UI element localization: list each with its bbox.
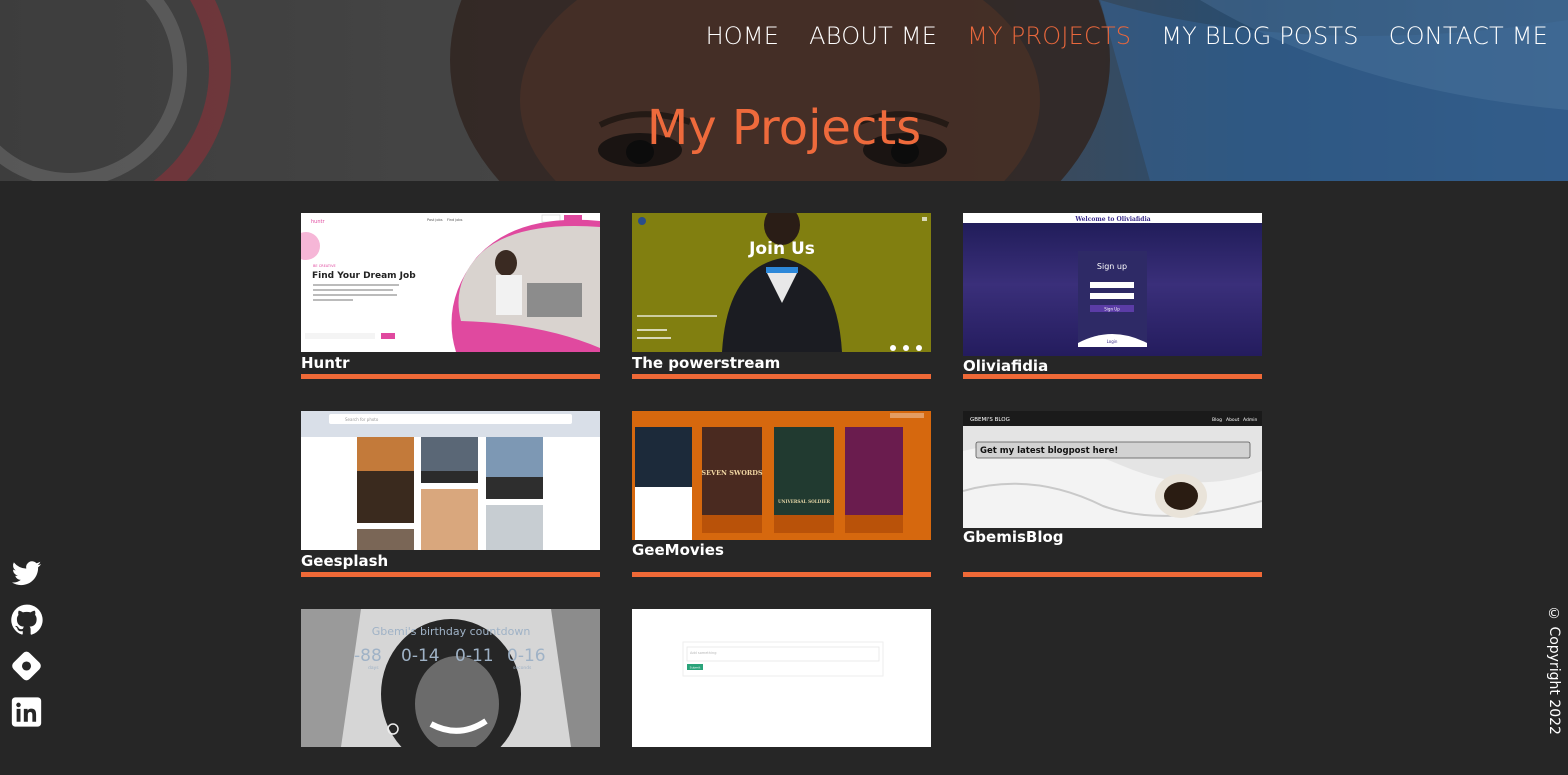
project-card-geemovies[interactable]: SEVEN SWORDS UNIVERSAL SOLDIER GeeMovies xyxy=(632,411,931,577)
oliviafidia-preview: Welcome to Oliviafidia Sign up Sign Up L… xyxy=(963,213,1262,356)
project-title: Oliviafidia xyxy=(963,357,1049,375)
form-app-input: Add something xyxy=(690,651,716,655)
project-title: The powerstream xyxy=(632,354,781,372)
gbemisblog-banner: Get my latest blogpost here! xyxy=(980,446,1118,456)
project-card-oliviafidia[interactable]: Welcome to Oliviafidia Sign up Sign Up L… xyxy=(963,213,1262,379)
huntr-preview: huntr Post jobs Find jobs BE CREATIVE Fi… xyxy=(301,213,600,352)
project-underline xyxy=(963,572,1262,577)
nav-about-me[interactable]: ABOUT ME xyxy=(809,22,937,50)
gbemisblog-nav-blog: Blog xyxy=(1212,417,1222,423)
project-underline xyxy=(301,374,600,379)
nav-contact-me[interactable]: CONTACT ME xyxy=(1389,22,1548,50)
gbemisblog-brand: GBEMI'S BLOG xyxy=(970,417,1010,423)
gbemisblog-preview: GBEMI'S BLOG Blog About Admin Get my lat… xyxy=(963,411,1262,528)
countdown-heading: Gbemi's birthday countdown xyxy=(372,625,531,638)
hero-banner: HOME ABOUT ME MY PROJECTS MY BLOG POSTS … xyxy=(0,0,1568,181)
project-card-the-powerstream[interactable]: Join Us The powerstream xyxy=(632,213,931,379)
main-nav: HOME ABOUT ME MY PROJECTS MY BLOG POSTS … xyxy=(706,22,1548,50)
projects-grid: huntr Post jobs Find jobs BE CREATIVE Fi… xyxy=(301,213,1262,775)
project-thumbnail: Gbemi's birthday countdown -88 0-14 0-11… xyxy=(301,609,600,747)
nav-my-projects[interactable]: MY PROJECTS xyxy=(967,22,1131,50)
project-title: GbemisBlog xyxy=(963,528,1064,546)
oliviafidia-login-button: Login xyxy=(1107,339,1118,344)
twitter-icon[interactable] xyxy=(10,558,43,590)
geemovies-poster-1: SEVEN SWORDS xyxy=(701,469,763,477)
github-icon[interactable] xyxy=(10,604,43,636)
countdown-preview: Gbemi's birthday countdown -88 0-14 0-11… xyxy=(301,609,600,747)
project-card-birthday-countdown[interactable]: Gbemi's birthday countdown -88 0-14 0-11… xyxy=(301,609,600,775)
geemovies-preview: SEVEN SWORDS UNIVERSAL SOLDIER xyxy=(632,411,931,540)
social-links xyxy=(10,558,43,728)
gbemisblog-nav-admin: Admin xyxy=(1243,417,1257,423)
page-title: My Projects xyxy=(646,100,922,156)
countdown-seconds-label: seconds xyxy=(513,665,532,671)
oliviafidia-signup-button: Sign Up xyxy=(1104,307,1120,312)
project-thumbnail: SEVEN SWORDS UNIVERSAL SOLDIER xyxy=(632,411,931,540)
oliviafidia-header: Welcome to Oliviafidia xyxy=(1074,216,1150,223)
linkedin-icon[interactable] xyxy=(10,696,43,728)
project-thumbnail: Search for photo xyxy=(301,411,600,550)
project-thumbnail: huntr Post jobs Find jobs BE CREATIVE Fi… xyxy=(301,213,600,352)
form-app-submit: Submit xyxy=(690,666,701,670)
nav-home[interactable]: HOME xyxy=(706,22,780,50)
project-title: Huntr xyxy=(301,354,350,372)
huntr-nav-post: Post jobs xyxy=(427,218,443,222)
project-card-gbemisblog[interactable]: GBEMI'S BLOG Blog About Admin Get my lat… xyxy=(963,411,1262,577)
huntr-nav-find: Find jobs xyxy=(447,218,463,222)
countdown-days: -88 xyxy=(354,646,382,666)
project-card-geesplash[interactable]: Search for photo Geesplash xyxy=(301,411,600,577)
oliviafidia-form-title: Sign up xyxy=(1097,262,1127,271)
huntr-eyebrow: BE CREATIVE xyxy=(313,264,336,268)
form-app-preview: Add something Submit xyxy=(632,609,931,747)
project-underline xyxy=(963,374,1262,379)
project-thumbnail: Add something Submit xyxy=(632,609,931,747)
countdown-minutes: 0-11 xyxy=(455,646,494,666)
nav-my-blog-posts[interactable]: MY BLOG POSTS xyxy=(1161,22,1358,50)
gbemisblog-nav-about: About xyxy=(1226,417,1240,423)
hashnode-icon[interactable] xyxy=(10,650,43,682)
huntr-heading: Find Your Dream Job xyxy=(312,271,416,281)
huntr-logo: huntr xyxy=(311,219,325,225)
countdown-seconds: 0-16 xyxy=(507,646,546,666)
geesplash-preview: Search for photo xyxy=(301,411,600,550)
project-card-huntr[interactable]: huntr Post jobs Find jobs BE CREATIVE Fi… xyxy=(301,213,600,379)
project-thumbnail: GBEMI'S BLOG Blog About Admin Get my lat… xyxy=(963,411,1262,528)
project-underline xyxy=(632,572,931,577)
powerstream-heading: Join Us xyxy=(748,239,815,259)
geesplash-search: Search for photo xyxy=(345,417,379,422)
project-title: Geesplash xyxy=(301,552,389,570)
countdown-hours: 0-14 xyxy=(401,646,440,666)
project-thumbnail: Welcome to Oliviafidia Sign up Sign Up L… xyxy=(963,213,1262,356)
project-card-form-app[interactable]: Add something Submit xyxy=(632,609,931,775)
project-underline xyxy=(301,572,600,577)
countdown-days-label: days xyxy=(368,665,379,671)
copyright-text: © Copyright 2022 xyxy=(1546,606,1562,735)
project-thumbnail: Join Us xyxy=(632,213,931,352)
powerstream-preview: Join Us xyxy=(632,213,931,352)
geemovies-poster-2: UNIVERSAL SOLDIER xyxy=(778,499,830,504)
project-title: GeeMovies xyxy=(632,541,724,559)
project-underline xyxy=(632,374,931,379)
